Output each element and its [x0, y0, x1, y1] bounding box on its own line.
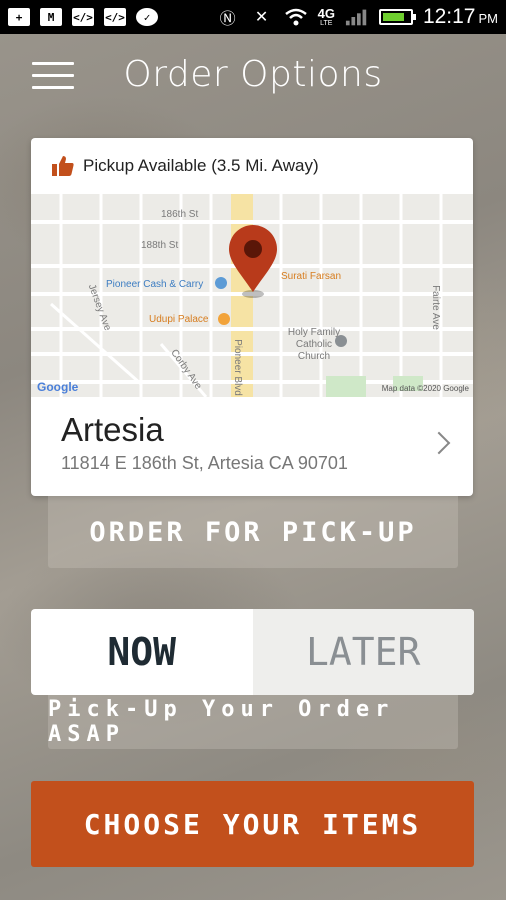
store-card[interactable]: Pickup Available (3.5 Mi. Away) 186th St… — [31, 138, 473, 496]
choose-your-items-button[interactable]: CHOOSE YOUR ITEMS — [31, 781, 474, 867]
store-map[interactable]: 186th St 188th St Pioneer Cash & Carry U… — [31, 194, 473, 397]
signal-icon — [345, 7, 369, 27]
store-address: 11814 E 186th St, Artesia CA 90701 — [61, 453, 348, 473]
map-place-label: Pioneer Cash & Carry — [106, 279, 204, 290]
code-icon: </> — [104, 8, 126, 26]
order-for-pickup-button[interactable]: ORDER FOR PICK-UP — [48, 496, 458, 568]
google-logo: Google — [37, 380, 79, 394]
map-street-label: 186th St — [161, 209, 199, 220]
thumbs-up-icon — [52, 156, 74, 176]
tab-now[interactable]: NOW — [31, 609, 253, 695]
map-street-label: Fairte Ave — [429, 285, 441, 330]
map-place-label: Surati Farsan — [281, 271, 342, 282]
store-details[interactable]: Artesia 11814 E 186th St, Artesia CA 907… — [31, 397, 473, 496]
map-place-label: Udupi Palace — [149, 314, 209, 325]
map-attribution: Map data ©2020 Google — [381, 384, 469, 393]
gmail-icon: M — [40, 8, 62, 26]
map-street-label: Pioneer Blvd — [231, 339, 243, 396]
battery-icon — [378, 9, 416, 25]
status-bar: + M </> </> ✓ Ⓝ ✕ 4G LTE 12:17 PM — [0, 0, 506, 34]
network-type: 4G LTE — [317, 6, 335, 27]
timing-toggle: NOW LATER — [31, 609, 474, 695]
wifi-icon — [284, 7, 308, 27]
page-title: Order Options — [123, 54, 383, 95]
code-icon: </> — [72, 8, 94, 26]
bluetooth-off-icon: ✕ — [254, 9, 269, 26]
nfc-icon: Ⓝ — [219, 11, 236, 28]
timing-note: Pick-Up Your Order ASAP — [48, 695, 458, 749]
pickup-text: Pickup Available (3.5 Mi. Away) — [83, 156, 319, 175]
tab-later[interactable]: LATER — [252, 609, 474, 695]
app-header: Order Options — [0, 34, 506, 120]
map-place-label: Holy Family Catholic Church — [287, 327, 341, 362]
plus-icon: + — [8, 8, 30, 26]
pickup-availability: Pickup Available (3.5 Mi. Away) — [31, 138, 473, 194]
messenger-icon: ✓ — [136, 8, 158, 26]
clock: 12:17 PM — [422, 5, 498, 28]
map-street-label: 188th St — [141, 240, 179, 251]
store-name: Artesia — [61, 411, 164, 448]
